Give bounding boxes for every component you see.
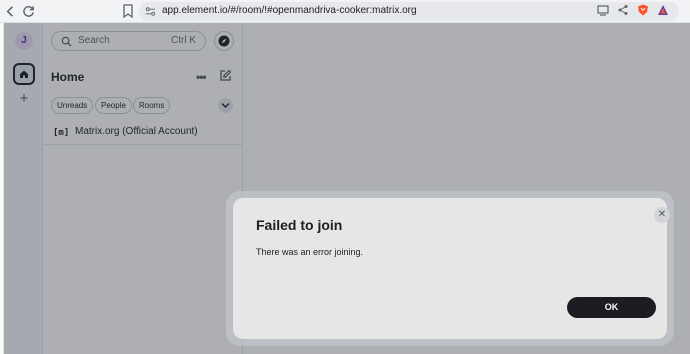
reload-icon[interactable] [21, 4, 36, 19]
dialog-title: Failed to join [256, 217, 343, 233]
brave-shield-icon[interactable] [637, 4, 649, 16]
url-text[interactable]: app.element.io/#/room/!#openmandriva-coo… [162, 5, 417, 16]
cast-icon[interactable] [597, 4, 609, 16]
share-icon[interactable] [617, 4, 629, 16]
error-dialog: ✕ Failed to join There was an error join… [233, 198, 670, 339]
dialog-message: There was an error joining. [256, 247, 364, 257]
bookmark-icon[interactable] [122, 4, 134, 19]
brave-rewards-icon[interactable] [657, 4, 669, 16]
close-icon: ✕ [657, 209, 667, 220]
ok-button[interactable]: OK [567, 297, 656, 318]
back-icon[interactable] [3, 4, 18, 19]
site-settings-icon[interactable] [145, 6, 156, 17]
browser-toolbar: app.element.io/#/room/!#openmandriva-coo… [0, 0, 690, 23]
close-dialog-button[interactable]: ✕ [654, 207, 670, 223]
